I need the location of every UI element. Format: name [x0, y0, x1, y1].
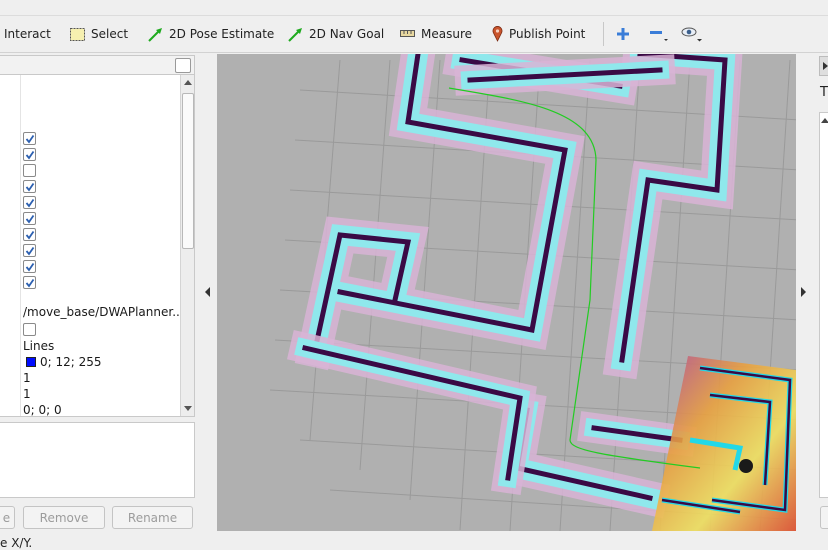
green-arrow-icon — [148, 27, 162, 42]
line-width-value[interactable]: 1 — [23, 387, 31, 401]
publish-point-tool-button[interactable]: Publish Point — [492, 25, 585, 43]
pose-estimate-tool-button[interactable]: 2D Pose Estimate — [148, 25, 274, 43]
interact-tool-label: Interact — [4, 27, 51, 41]
display-checkbox[interactable] — [23, 180, 36, 193]
measure-tool-label: Measure — [421, 27, 472, 41]
tree-expand-arrow-icon[interactable] — [821, 118, 828, 123]
rename-display-label: Rename — [127, 510, 178, 525]
style-value[interactable]: Lines — [23, 339, 54, 353]
display-checkbox[interactable] — [23, 260, 36, 273]
select-box-icon — [70, 27, 85, 41]
costmap-walls — [286, 54, 743, 519]
pose-estimate-tool-label: 2D Pose Estimate — [169, 27, 275, 41]
display-checkbox[interactable] — [23, 164, 36, 177]
alpha-value[interactable]: 1 — [23, 371, 31, 385]
status-bar-text: e X/Y. — [0, 536, 33, 550]
select-tool-button[interactable]: Select — [70, 25, 128, 43]
displays-tree: /move_base/DWAPlanner.. Lines 0; 12; 255… — [0, 75, 195, 417]
checkmark-icon — [25, 134, 35, 144]
display-checkbox[interactable] — [23, 148, 36, 161]
checkmark-icon — [25, 246, 35, 256]
ruler-icon — [400, 30, 415, 37]
expand-panel-button[interactable] — [819, 56, 828, 76]
displays-scrollbar[interactable] — [180, 75, 194, 416]
topic-value[interactable]: /move_base/DWAPlanner.. — [23, 305, 180, 319]
display-checkbox[interactable] — [23, 276, 36, 289]
add-display-label: e — [2, 510, 11, 525]
remove-display-label: Remove — [39, 510, 89, 525]
checkmark-icon — [25, 150, 35, 160]
panels-visibility-button[interactable] — [681, 25, 705, 43]
costmap-render — [269, 54, 796, 531]
display-checkbox[interactable] — [23, 212, 36, 225]
minus-icon — [650, 31, 668, 41]
checkmark-icon — [25, 198, 35, 208]
scrollbar-thumb[interactable] — [182, 93, 194, 249]
publish-point-tool-label: Publish Point — [509, 27, 586, 41]
color-swatch — [26, 357, 36, 367]
main-toolbar: Interact Select 2D Pose Estimate 2D Nav … — [0, 0, 828, 53]
color-value-text: 0; 12; 255 — [40, 355, 102, 369]
views-list — [819, 112, 828, 498]
display-checkbox[interactable] — [23, 132, 36, 145]
local-costmap — [652, 356, 796, 531]
map-pin-icon — [492, 26, 503, 42]
remove-display-button[interactable]: Remove — [23, 506, 105, 529]
displays-panel: /move_base/DWAPlanner.. Lines 0; 12; 255… — [0, 53, 196, 533]
nav-goal-tool-button[interactable]: 2D Nav Goal — [288, 25, 384, 43]
views-panel-button[interactable] — [820, 506, 828, 529]
rename-display-button[interactable]: Rename — [112, 506, 193, 529]
collapse-left-arrow-icon[interactable] — [205, 287, 210, 297]
checkmark-icon — [25, 182, 35, 192]
checkmark-icon — [25, 230, 35, 240]
views-panel-title: T — [820, 85, 828, 100]
color-value[interactable]: 0; 12; 255 — [23, 355, 102, 369]
measure-tool-button[interactable]: Measure — [400, 25, 472, 43]
add-tool-button[interactable] — [616, 25, 630, 43]
checkmark-icon — [25, 214, 35, 224]
interact-tool-button[interactable]: Interact — [4, 25, 51, 43]
tree-column-divider — [20, 75, 21, 416]
display-description-box — [0, 422, 195, 498]
offset-value[interactable]: 0; 0; 0 — [23, 403, 62, 416]
green-arrow-icon — [288, 27, 302, 42]
select-tool-label: Select — [91, 27, 129, 41]
property-checkbox[interactable] — [23, 323, 36, 336]
robot-footprint — [739, 459, 753, 473]
views-panel: T — [816, 54, 828, 532]
add-display-button[interactable]: e — [0, 506, 15, 529]
checkmark-icon — [25, 262, 35, 272]
plus-icon — [617, 28, 629, 40]
menubar-divider — [0, 15, 828, 16]
eye-icon — [681, 27, 702, 42]
scroll-down-arrow-icon[interactable] — [184, 406, 192, 411]
display-checkbox[interactable] — [23, 244, 36, 257]
render-viewport[interactable] — [217, 54, 796, 531]
display-checkbox[interactable] — [23, 196, 36, 209]
nav-goal-tool-label: 2D Nav Goal — [309, 27, 385, 41]
checkmark-icon — [25, 278, 35, 288]
toolbar-separator — [603, 22, 604, 46]
collapse-right-arrow-icon[interactable] — [801, 287, 806, 297]
remove-tool-button[interactable] — [649, 25, 669, 43]
displays-tree-header — [0, 55, 195, 75]
scroll-up-arrow-icon[interactable] — [184, 80, 192, 85]
panel-float-button[interactable] — [175, 58, 191, 73]
display-checkbox[interactable] — [23, 228, 36, 241]
